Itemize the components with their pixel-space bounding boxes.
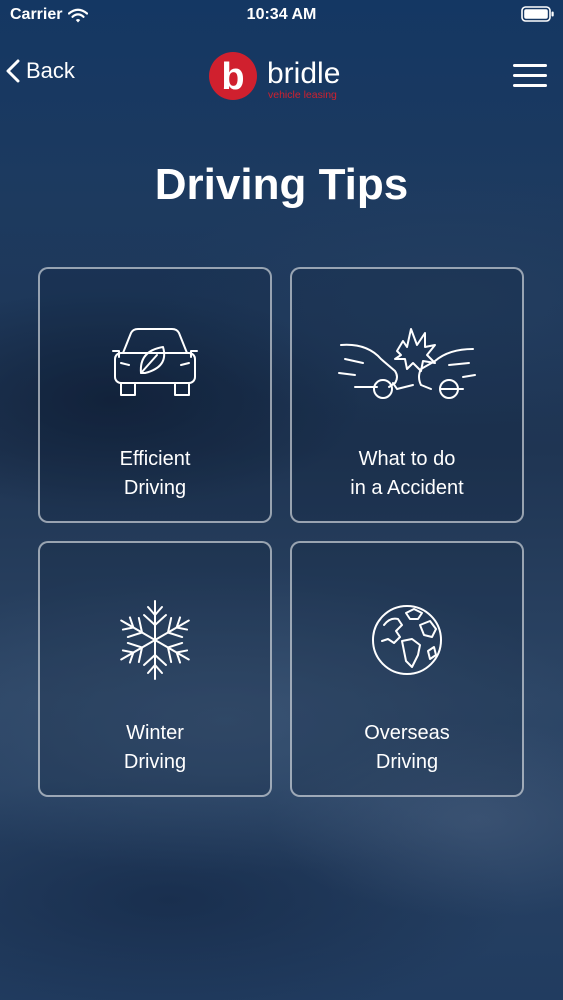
svg-text:vehicle leasing: vehicle leasing: [268, 89, 337, 101]
snowflake-icon: [120, 600, 190, 680]
tile-label-line: Driving: [375, 751, 439, 773]
tile-winter-driving[interactable]: Winter Driving: [38, 541, 272, 797]
hamburger-line: [513, 84, 547, 87]
tile-label-line: Winter: [126, 722, 184, 744]
hamburger-line: [513, 74, 547, 77]
hamburger-line: [513, 64, 547, 67]
svg-text:bridle: bridle: [267, 57, 340, 90]
globe-icon: [372, 605, 442, 675]
tile-accident[interactable]: What to do in a Accident: [290, 267, 524, 523]
tile-label-line: in a Accident: [350, 477, 464, 499]
svg-text:b: b: [221, 56, 244, 98]
back-button[interactable]: Back: [6, 58, 75, 84]
status-time: 10:34 AM: [246, 6, 317, 23]
tile-overseas-driving[interactable]: Overseas Driving: [290, 541, 524, 797]
tile-label: Overseas Driving: [292, 719, 522, 777]
chevron-left-icon: [6, 59, 20, 83]
tile-label-line: Driving: [123, 477, 187, 499]
tile-label-line: Driving: [123, 751, 187, 773]
battery-icon: [521, 6, 554, 22]
tile-label-line: What to do: [358, 448, 456, 470]
tile-label-line: Efficient: [119, 448, 191, 470]
eco-car-icon: [112, 328, 198, 396]
back-label: Back: [26, 58, 75, 83]
tile-label: What to do in a Accident: [292, 445, 522, 503]
tile-label: Winter Driving: [40, 719, 270, 777]
nav-bar: Back b bridle vehicle leasing: [0, 44, 563, 110]
page-title: Driving Tips: [154, 160, 409, 209]
tile-efficient-driving[interactable]: Efficient Driving: [38, 267, 272, 523]
bridle-logo: b bridle vehicle leasing: [209, 52, 340, 101]
tile-label: Efficient Driving: [40, 445, 270, 503]
status-bar: Carrier 10:34 AM: [0, 0, 563, 32]
tile-label-line: Overseas: [364, 722, 450, 744]
car-crash-icon: [338, 328, 476, 399]
menu-button[interactable]: [513, 64, 547, 90]
